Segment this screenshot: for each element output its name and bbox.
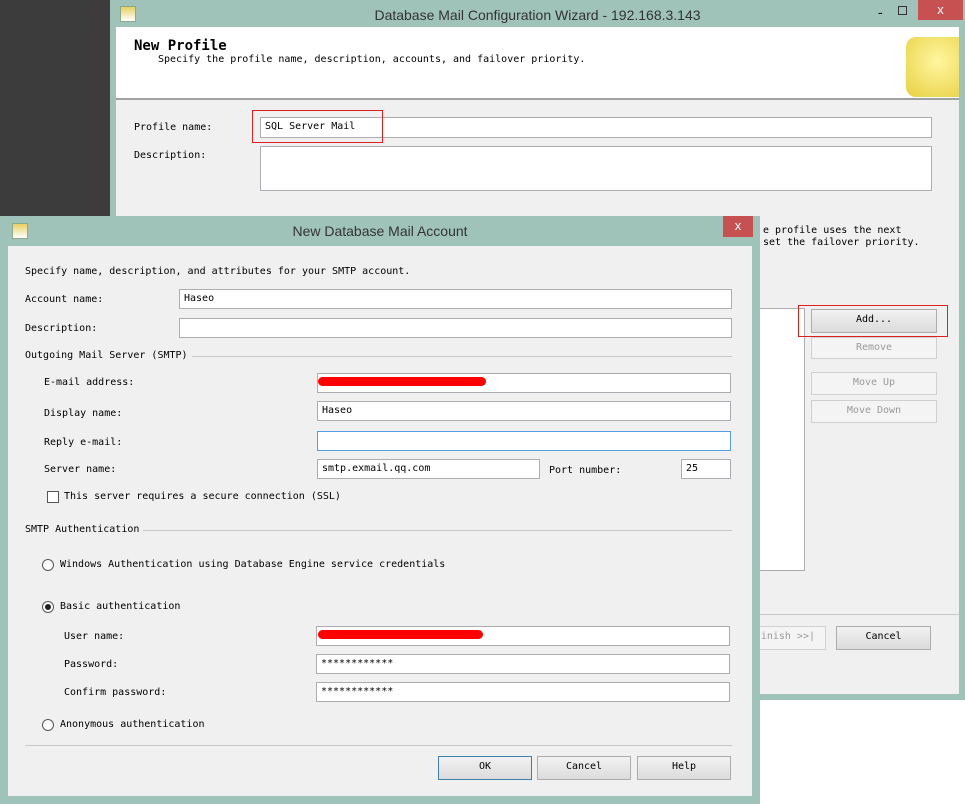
highlight-box	[798, 305, 948, 337]
move-up-button[interactable]: Move Up	[811, 372, 937, 395]
windows-auth-radio[interactable]	[42, 559, 54, 571]
display-name-input[interactable]: Haseo	[317, 401, 731, 421]
confirm-password-input[interactable]: ************	[316, 682, 730, 702]
page-title: New Profile	[134, 38, 227, 54]
description-label: Description:	[134, 150, 207, 161]
close-icon[interactable]: x	[918, 0, 963, 20]
new-account-dialog: New Database Mail Account x Specify name…	[0, 216, 760, 804]
auth-group-label: SMTP Authentication	[25, 524, 144, 535]
accounts-text: e profile uses the next	[763, 225, 902, 236]
window-title: Database Mail Configuration Wizard - 192…	[374, 7, 701, 23]
reply-email-label: Reply e-mail:	[44, 437, 123, 448]
desktop-background	[0, 0, 110, 216]
redaction-mark	[318, 630, 483, 639]
windows-auth-label: Windows Authentication using Database En…	[60, 559, 446, 570]
intro-text: Specify name, description, and attribute…	[25, 266, 411, 277]
minimize-icon[interactable]: -	[878, 4, 890, 20]
divider	[756, 614, 959, 615]
basic-auth-label: Basic authentication	[60, 601, 181, 612]
close-icon[interactable]: x	[723, 216, 753, 237]
ssl-checkbox[interactable]	[47, 491, 59, 503]
confirm-password-label: Confirm password:	[64, 687, 167, 698]
server-name-label: Server name:	[44, 464, 117, 475]
profile-name-label: Profile name:	[134, 122, 213, 133]
account-name-input[interactable]: Haseo	[179, 289, 732, 309]
description-textarea[interactable]	[260, 146, 932, 191]
dialog-body: Specify name, description, and attribute…	[8, 246, 752, 796]
dialog-title: New Database Mail Account	[292, 223, 468, 239]
ssl-label: This server requires a secure connection…	[64, 491, 341, 502]
port-input[interactable]: 25	[681, 459, 731, 479]
anonymous-auth-label: Anonymous authentication	[60, 719, 205, 730]
smtp-group-label: Outgoing Mail Server (SMTP)	[25, 350, 192, 361]
cancel-button[interactable]: Cancel	[836, 626, 931, 650]
redaction-mark	[318, 377, 486, 386]
move-down-button[interactable]: Move Down	[811, 400, 937, 423]
account-name-label: Account name:	[25, 294, 104, 305]
anonymous-auth-radio[interactable]	[42, 719, 54, 731]
description-input[interactable]	[179, 318, 732, 338]
cancel-button[interactable]: Cancel	[537, 756, 631, 780]
maximize-icon[interactable]	[898, 6, 907, 15]
port-label: Port number:	[549, 465, 622, 476]
database-mail-icon	[906, 37, 959, 97]
accounts-text: set the failover priority.	[763, 237, 920, 248]
ok-button[interactable]: OK	[438, 756, 532, 780]
email-label: E-mail address:	[44, 377, 135, 388]
page-subtitle: Specify the profile name, description, a…	[158, 54, 586, 65]
reply-email-input[interactable]	[317, 431, 731, 451]
description-label: Description:	[25, 323, 98, 334]
user-name-label: User name:	[64, 631, 125, 642]
server-name-input[interactable]: smtp.exmail.qq.com	[317, 459, 540, 479]
password-label: Password:	[64, 659, 119, 670]
wizard-header: New Profile Specify the profile name, de…	[116, 27, 959, 100]
divider	[25, 745, 732, 746]
remove-button[interactable]: Remove	[811, 337, 937, 359]
basic-auth-radio[interactable]	[42, 601, 54, 613]
highlight-box	[252, 110, 383, 143]
accounts-list[interactable]	[756, 308, 805, 571]
display-name-label: Display name:	[44, 408, 123, 419]
help-button[interactable]: Help	[637, 756, 731, 780]
password-input[interactable]: ************	[316, 654, 730, 674]
